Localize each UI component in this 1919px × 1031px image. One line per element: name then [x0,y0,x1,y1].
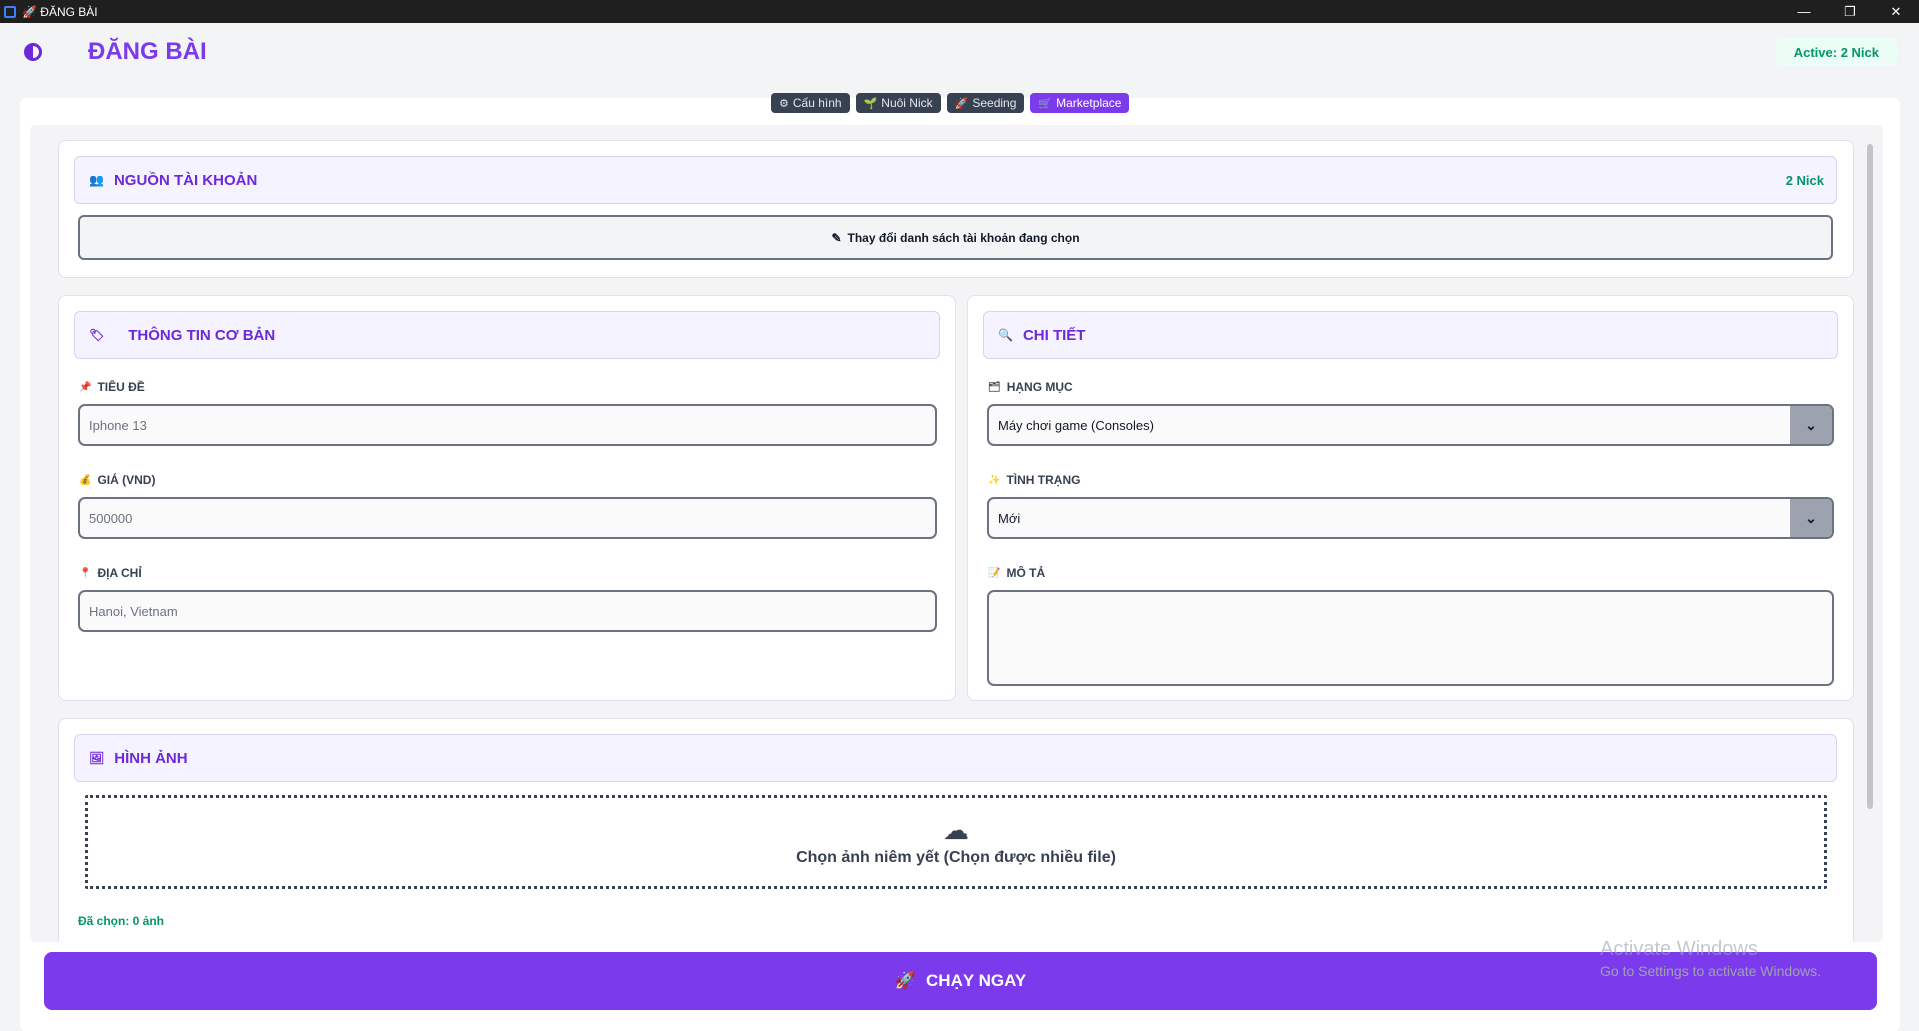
active-nick-badge: Active: 2 Nick [1775,38,1897,66]
tag-icon: 🏷 [89,328,105,342]
page-title: ĐĂNG BÀI [88,38,207,65]
memo-icon: 📝 [988,567,1001,579]
pin-icon: 📌 [79,381,92,393]
condition-select[interactable]: Mới ⌄ [987,497,1834,539]
shield-logo-icon [24,43,42,61]
tab-config[interactable]: ⚙ Cấu hình [771,93,850,113]
description-label: 📝 MÔ TẢ [988,566,1045,580]
selected-images-count: Đã chọn: 0 ảnh [78,914,165,928]
cart-icon: 🛒 [1038,97,1053,110]
section-title: CHI TIẾT [1022,326,1086,344]
app-header: ĐĂNG BÀI Active: 2 Nick [0,23,1919,98]
tab-seeding[interactable]: 🚀 Seeding [946,93,1025,113]
restore-button[interactable]: ❐ [1827,0,1873,23]
change-account-label: Thay đổi danh sách tài khoản đang chọn [847,230,1080,245]
tab-nuoi-nick[interactable]: 🌱 Nuôi Nick [855,93,941,113]
minimize-button[interactable]: — [1781,0,1827,23]
section-title: HÌNH ẢNH [114,749,188,767]
basic-info-header: 🏷 THÔNG TIN CƠ BẢN [74,311,940,359]
price-label: 💰 GIÁ (VND) [79,473,155,487]
sparkle-icon: ✨ [988,474,1001,486]
chevron-down-icon[interactable]: ⌄ [1790,406,1832,444]
vertical-scrollbar[interactable] [1867,144,1873,809]
condition-value: Mới [998,510,1021,526]
location-pin-icon: 📍 [79,567,92,579]
window-titlebar: 🚀 ĐĂNG BÀI — ❐ ✕ [0,0,1919,23]
section-title: NGUỒN TÀI KHOẢN [113,171,258,189]
sprout-icon: 🌱 [863,97,878,110]
condition-label: ✨ TÌNH TRẠNG [988,473,1080,487]
run-now-label: CHẠY NGAY [926,971,1027,990]
label-text: MÔ TẢ [1006,566,1046,580]
users-icon: 👥 [89,173,104,187]
image-icon: 🖼 [89,751,105,765]
tab-marketplace[interactable]: 🛒 Marketplace [1030,93,1130,113]
images-header: 🖼 HÌNH ẢNH [74,734,1837,782]
window-controls: — ❐ ✕ [1781,0,1919,23]
change-account-list-button[interactable]: ✎ Thay đổi danh sách tài khoản đang chọn [78,215,1833,260]
dropzone-text: Chọn ảnh niêm yết (Chọn được nhiều file) [796,849,1116,866]
label-text: HẠNG MỤC [1006,380,1073,394]
folder-icon: 🗂 [988,381,1001,393]
title-label: 📌 TIÊU ĐỀ [79,380,145,394]
watermark-title: Activate Windows [1600,938,1758,960]
rocket-icon: 🚀 [894,971,917,990]
category-value: Máy chơi game (Consoles) [998,417,1154,433]
tab-label: Seeding [972,96,1017,110]
image-dropzone[interactable]: ☁ Chọn ảnh niêm yết (Chọn được nhiều fil… [85,795,1827,889]
search-icon: 🔍 [998,328,1013,342]
cloud-upload-icon: ☁ [943,815,969,845]
images-section: 🖼 HÌNH ẢNH ☁ Chọn ảnh niêm yết (Chọn đượ… [58,718,1854,942]
close-button[interactable]: ✕ [1873,0,1919,23]
tab-bar: ⚙ Cấu hình 🌱 Nuôi Nick 🚀 Seeding 🛒 Marke… [771,93,1130,113]
category-label: 🗂 HẠNG MỤC [988,380,1073,394]
watermark-subtitle: Go to Settings to activate Windows. [1600,963,1821,979]
label-text: TIÊU ĐỀ [97,380,145,394]
label-text: ĐỊA CHỈ [97,566,142,580]
pencil-icon: ✎ [831,230,842,245]
nick-count: 2 Nick [1785,172,1824,188]
money-bag-icon: 💰 [79,474,92,486]
description-textarea[interactable] [987,590,1834,686]
chevron-down-icon[interactable]: ⌄ [1790,499,1832,537]
tab-label: Marketplace [1056,96,1122,110]
details-header: 🔍 CHI TIẾT [983,311,1838,359]
tab-label: Nuôi Nick [881,96,933,110]
activate-windows-watermark: Activate Windows Go to Settings to activ… [1600,938,1821,979]
category-select[interactable]: Máy chơi game (Consoles) ⌄ [987,404,1834,446]
content-area: 👥 NGUỒN TÀI KHOẢN 2 Nick ✎ Thay đổi danh… [30,125,1883,942]
window-title: 🚀 ĐĂNG BÀI [22,4,98,19]
account-source-header: 👥 NGUỒN TÀI KHOẢN 2 Nick [74,156,1837,204]
price-input[interactable]: 500000 [78,497,937,539]
basic-info-section: 🏷 THÔNG TIN CƠ BẢN 📌 TIÊU ĐỀ Iphone 13 💰… [58,295,956,701]
title-input[interactable]: Iphone 13 [78,404,937,446]
gear-icon: ⚙ [779,97,789,110]
app-icon [4,5,16,18]
tab-label: Cấu hình [792,96,842,110]
details-section: 🔍 CHI TIẾT 🗂 HẠNG MỤC Máy chơi game (Con… [967,295,1854,701]
address-label: 📍 ĐỊA CHỈ [79,566,142,580]
address-input[interactable]: Hanoi, Vietnam [78,590,937,632]
section-title: THÔNG TIN CƠ BẢN [128,326,276,344]
label-text: GIÁ (VND) [97,473,156,487]
rocket-icon: 🚀 [954,97,969,110]
account-source-section: 👥 NGUỒN TÀI KHOẢN 2 Nick ✎ Thay đổi danh… [58,140,1854,278]
label-text: TÌNH TRẠNG [1006,473,1081,487]
